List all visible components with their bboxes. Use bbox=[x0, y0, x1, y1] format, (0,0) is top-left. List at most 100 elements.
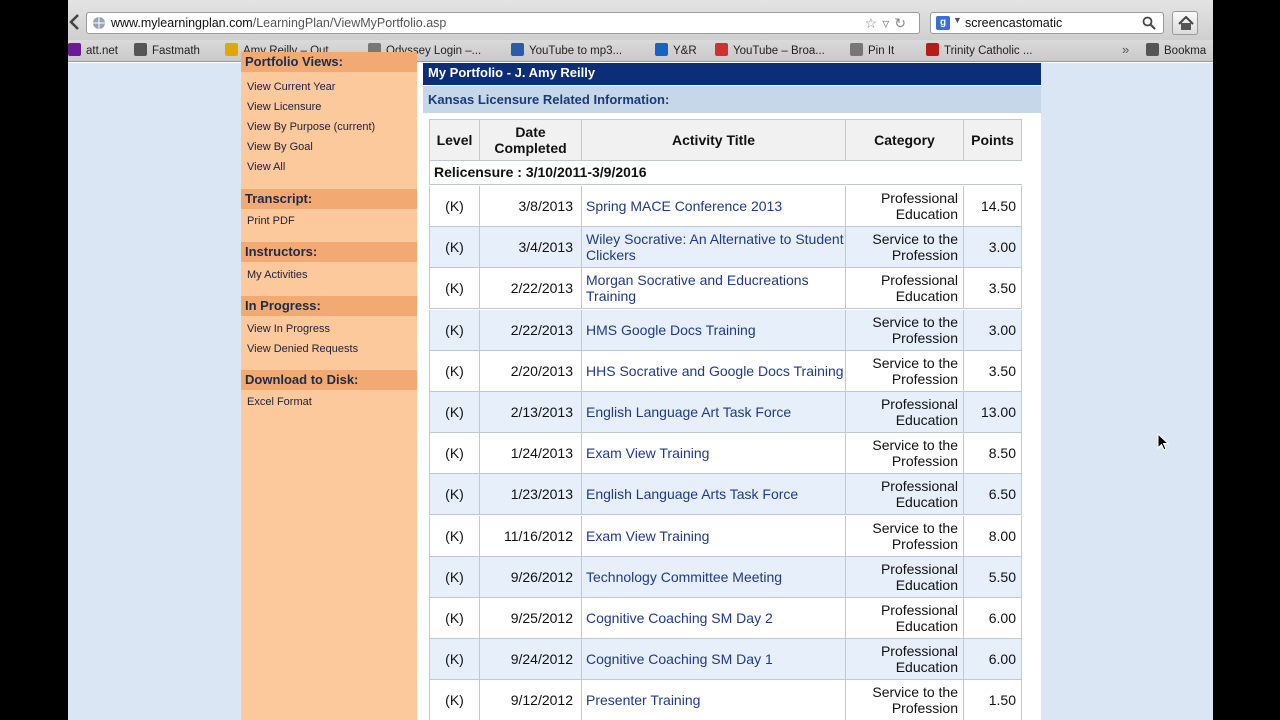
activity-title-link-text: Presenter Training bbox=[586, 692, 701, 709]
points-cell-text: 6.00 bbox=[988, 651, 1016, 668]
activity-title-link[interactable]: Exam View Training bbox=[581, 433, 845, 474]
date-cell-text: 3/8/2013 bbox=[518, 198, 574, 214]
date-cell-text: 2/20/2013 bbox=[510, 362, 573, 379]
activity-title-link[interactable]: HHS Socrative and Google Docs Training bbox=[581, 350, 845, 391]
column-header[interactable]: Points bbox=[963, 120, 1022, 160]
sidebar-link[interactable]: View In Progress bbox=[247, 323, 330, 335]
activity-title-link[interactable]: Cognitive Coaching SM Day 2 bbox=[581, 598, 845, 638]
column-header[interactable]: Activity Title bbox=[581, 120, 845, 160]
activity-title-link[interactable]: Spring MACE Conference 2013 bbox=[581, 186, 845, 226]
sidebar-heading-text: Portfolio Views: bbox=[245, 54, 343, 69]
section-header: Kansas Licensure Related Information: bbox=[423, 86, 1041, 113]
sidebar-heading-text: Download to Disk: bbox=[245, 372, 359, 387]
sidebar-heading-text: Instructors: bbox=[245, 244, 318, 259]
table-row: (K) 2/22/2013 HMS Google Docs Training Serv… bbox=[429, 309, 1022, 351]
column-header[interactable]: Level bbox=[429, 120, 479, 160]
bookmark-item[interactable]: att.net bbox=[68, 43, 118, 59]
column-header-label: Level bbox=[436, 132, 473, 148]
level-cell: (K) bbox=[429, 227, 479, 268]
category-cell: Professional Education bbox=[845, 598, 963, 638]
search-input[interactable]: g ▼ screencastomatic bbox=[930, 12, 1164, 34]
page-icon bbox=[850, 43, 863, 56]
level-cell: (K) bbox=[429, 392, 479, 432]
bookmark-label: Pin It bbox=[868, 45, 895, 57]
activity-title-link[interactable]: HMS Google Docs Training bbox=[581, 309, 845, 350]
sidebar-link[interactable]: Excel Format bbox=[247, 396, 312, 408]
category-cell-text: Service to the Profession bbox=[872, 313, 958, 346]
chevron-down-icon[interactable]: ▼ bbox=[953, 15, 962, 25]
bookmark-label: Trinity Catholic ... bbox=[944, 45, 1033, 57]
bookmark-item[interactable]: Fastmath bbox=[134, 43, 200, 59]
sidebar-link[interactable]: View Denied Requests bbox=[247, 343, 358, 355]
bookmark-label: Bookma bbox=[1164, 45, 1207, 57]
table-row: (K) 9/12/2012 Presenter Training Service to… bbox=[429, 680, 1022, 720]
sidebar-link[interactable]: View Licensure bbox=[247, 101, 321, 113]
dropdown-icon[interactable]: ▿ bbox=[882, 15, 894, 31]
search-icon[interactable] bbox=[1142, 16, 1156, 30]
sidebar-link[interactable]: View All bbox=[247, 161, 285, 173]
category-cell: Service to the Profession bbox=[845, 433, 963, 474]
activity-title-link[interactable]: Technology Committee Meeting bbox=[581, 556, 845, 597]
bookmark-item[interactable]: Trinity Catholic ... bbox=[926, 43, 1032, 59]
column-header[interactable]: Category bbox=[845, 120, 963, 160]
category-cell: Service to the Profession bbox=[845, 227, 963, 268]
column-header[interactable]: Date Completed bbox=[479, 120, 581, 160]
reload-icon[interactable]: ↻ bbox=[894, 15, 911, 31]
level-cell-text: (K) bbox=[445, 280, 464, 297]
fastmath-icon bbox=[134, 43, 147, 56]
star-icon[interactable]: ☆ bbox=[865, 15, 883, 31]
bookmark-item[interactable]: Y&R bbox=[655, 43, 697, 59]
level-cell: (K) bbox=[429, 474, 479, 515]
points-cell-text: 3.50 bbox=[988, 280, 1016, 297]
bookmarks-bar: att.net Fastmath Amy Reilly – Out... Odysse… bbox=[68, 40, 1213, 62]
date-cell: 1/24/2013 bbox=[479, 433, 581, 474]
points-cell: 1.50 bbox=[963, 680, 1022, 720]
address-bar[interactable]: www.mylearningplan.com/LearningPlan/View… bbox=[86, 12, 920, 34]
date-cell: 2/20/2013 bbox=[479, 350, 581, 391]
date-cell-text: 2/13/2013 bbox=[510, 404, 573, 420]
points-cell: 6.00 bbox=[963, 598, 1022, 638]
activity-title-link[interactable]: English Language Arts Task Force bbox=[581, 474, 845, 515]
sidebar-link[interactable]: View By Goal bbox=[247, 141, 313, 153]
level-cell: (K) bbox=[429, 350, 479, 391]
sidebar-heading-text: Transcript: bbox=[245, 191, 313, 206]
sidebar-heading-text: In Progress: bbox=[245, 298, 321, 313]
home-button[interactable] bbox=[1172, 11, 1198, 35]
table-row: (K) 1/23/2013 English Language Arts Task F… bbox=[429, 474, 1022, 516]
level-cell-text: (K) bbox=[445, 610, 464, 626]
activity-title-link[interactable]: Cognitive Coaching SM Day 1 bbox=[581, 639, 845, 680]
bookmark-label: att.net bbox=[86, 45, 118, 57]
google-icon[interactable]: g bbox=[936, 16, 950, 30]
table-row: (K) 3/4/2013 Wiley Socrative: An Alternati… bbox=[429, 227, 1022, 269]
sidebar-link[interactable]: View By Purpose (current) bbox=[247, 121, 375, 133]
activity-title-link-text: Spring MACE Conference 2013 bbox=[586, 198, 783, 214]
table-row: (K) 2/22/2013 Morgan Socrative and Educrea… bbox=[429, 268, 1022, 310]
outlook-icon bbox=[225, 43, 238, 56]
activity-title-link[interactable]: Morgan Socrative and Educreations Traini… bbox=[581, 268, 845, 309]
level-cell-text: (K) bbox=[445, 568, 464, 585]
sidebar-link[interactable]: Print PDF bbox=[247, 215, 295, 227]
more-bookmarks-icon[interactable]: » bbox=[1122, 42, 1129, 57]
date-cell-text: 11/16/2012 bbox=[503, 527, 573, 544]
activity-title-link[interactable]: English Language Art Task Force bbox=[581, 392, 845, 432]
points-cell: 14.50 bbox=[963, 186, 1022, 226]
sidebar-link[interactable]: View Current Year bbox=[247, 81, 335, 93]
category-cell-text: Professional Education bbox=[880, 560, 958, 593]
activity-title-link[interactable]: Exam View Training bbox=[581, 515, 845, 556]
back-icon[interactable] bbox=[68, 10, 82, 34]
points-cell: 13.00 bbox=[963, 392, 1022, 432]
url-bar-icons[interactable]: ☆▿↻ bbox=[865, 15, 911, 32]
date-cell: 3/4/2013 bbox=[479, 227, 581, 268]
table-row: (K) 2/13/2013 English Language Art Task Fo… bbox=[429, 392, 1022, 433]
sidebar-link[interactable]: My Activities bbox=[247, 269, 308, 281]
activity-title-link[interactable]: Wiley Socrative: An Alternative to Stude… bbox=[581, 227, 845, 268]
bookmark-item[interactable]: Bookma bbox=[1146, 43, 1206, 59]
bookmark-item[interactable]: YouTube – Broa... bbox=[715, 43, 825, 59]
date-cell: 3/8/2013 bbox=[479, 186, 581, 226]
bookmark-item[interactable]: YouTube to mp3... bbox=[511, 43, 622, 59]
main-content: My Portfolio - J. Amy Reilly Kansas Lice… bbox=[423, 63, 1041, 720]
points-cell-text: 13.00 bbox=[980, 404, 1016, 420]
bookmark-item[interactable]: Pin It bbox=[850, 43, 894, 59]
activity-title-link[interactable]: Presenter Training bbox=[581, 680, 845, 720]
category-cell-text: Service to the Profession bbox=[872, 231, 958, 264]
